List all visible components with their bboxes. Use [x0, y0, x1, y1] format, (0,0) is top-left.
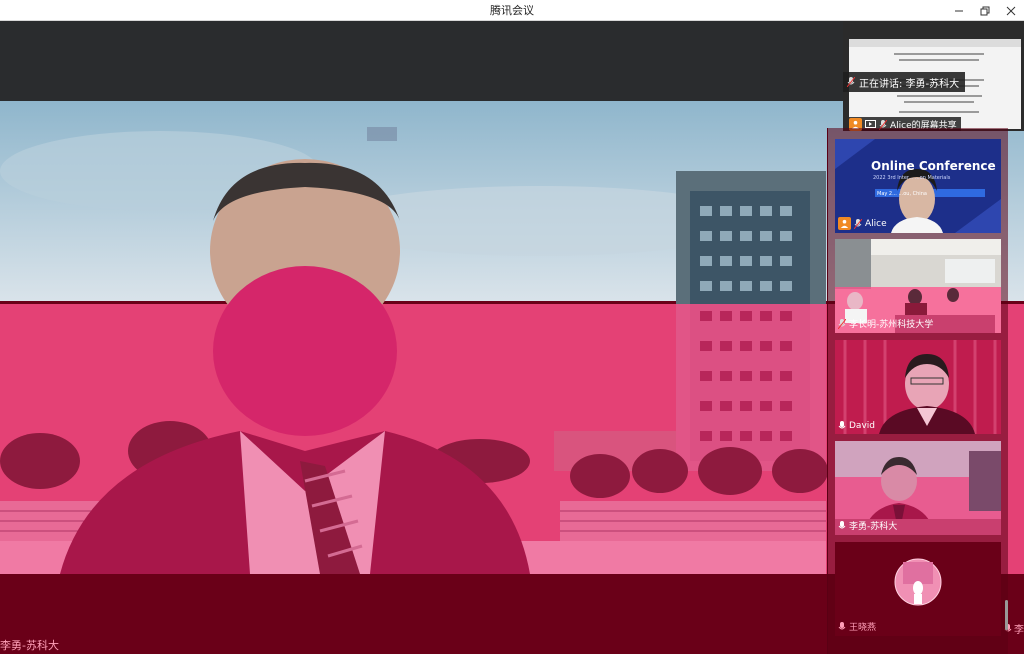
conference-banner-subtitle: 2022 3rd Inter... ...on Materials	[873, 175, 951, 181]
participant-name-tag: 王晓燕	[838, 620, 876, 633]
minimize-button[interactable]	[946, 0, 972, 21]
doc-line	[894, 53, 984, 55]
browser-toolbar	[849, 39, 1021, 47]
microphone-icon	[847, 77, 855, 87]
close-icon	[1006, 6, 1016, 15]
screen-share-thumbnail[interactable]: 正在讲话: 李勇-苏科大 Alice的屏幕共享	[843, 21, 1024, 131]
doc-line	[897, 95, 982, 97]
speaking-indicator: 正在讲话: 李勇-苏科大	[843, 72, 966, 92]
restore-button[interactable]	[972, 0, 998, 21]
participant-name: 李长明-苏州科技大学	[849, 320, 934, 330]
host-badge	[838, 217, 851, 230]
doc-line	[899, 111, 979, 113]
participant-name-tag: Alice	[838, 217, 887, 230]
microphone-icon	[838, 318, 846, 329]
window-controls	[946, 0, 1024, 21]
minimize-icon	[955, 10, 963, 11]
participant-name: Alice	[865, 218, 887, 229]
speaking-label: 正在讲话: 李勇-苏科大	[859, 78, 960, 90]
doc-line	[899, 59, 979, 61]
doc-line	[904, 101, 974, 103]
participant-tile[interactable]: 王晓燕	[835, 542, 1001, 636]
conference-banner-date: May 2... ...ou, China	[877, 191, 927, 197]
microphone-icon	[838, 421, 846, 429]
microphone-icon	[838, 621, 846, 629]
participant-tile[interactable]: 李勇-苏科大	[835, 441, 1001, 535]
conference-banner-title: Online Conference	[871, 159, 996, 173]
panel-scrollbar[interactable]	[1005, 600, 1008, 630]
participant-name: David	[849, 421, 875, 431]
user-icon	[840, 219, 849, 228]
participant-panel[interactable]: Online Conference 2022 3rd Inter... ...o…	[827, 128, 1008, 654]
participant-tile[interactable]: 李长明-苏州科技大学	[835, 239, 1001, 333]
participant-name: 王晓燕	[849, 623, 877, 633]
close-button[interactable]	[998, 0, 1024, 21]
window-title: 腾讯会议	[490, 4, 534, 17]
microphone-icon	[838, 520, 846, 528]
participant-name-tag: David	[838, 421, 875, 431]
participant-video	[835, 340, 1001, 434]
main-speaker-name: 李勇-苏科大	[0, 639, 59, 652]
participant-name: 李勇-苏科大	[849, 522, 898, 532]
restore-icon	[980, 6, 990, 15]
meeting-window: 腾讯会议 李勇-苏科大 李 正在讲话: 李勇-苏科大 Alice的屏幕共享 On…	[0, 0, 1024, 654]
participant-name-tag: 李长明-苏州科技大学	[838, 317, 933, 330]
edge-participant-label: 李	[1014, 625, 1024, 636]
title-bar[interactable]: 腾讯会议	[0, 0, 1024, 21]
participant-tile[interactable]: Online Conference 2022 3rd Inter... ...o…	[835, 139, 1001, 233]
microphone-icon	[854, 218, 862, 229]
participant-name-tag: 李勇-苏科大	[838, 519, 897, 532]
participant-tile[interactable]: David	[835, 340, 1001, 434]
